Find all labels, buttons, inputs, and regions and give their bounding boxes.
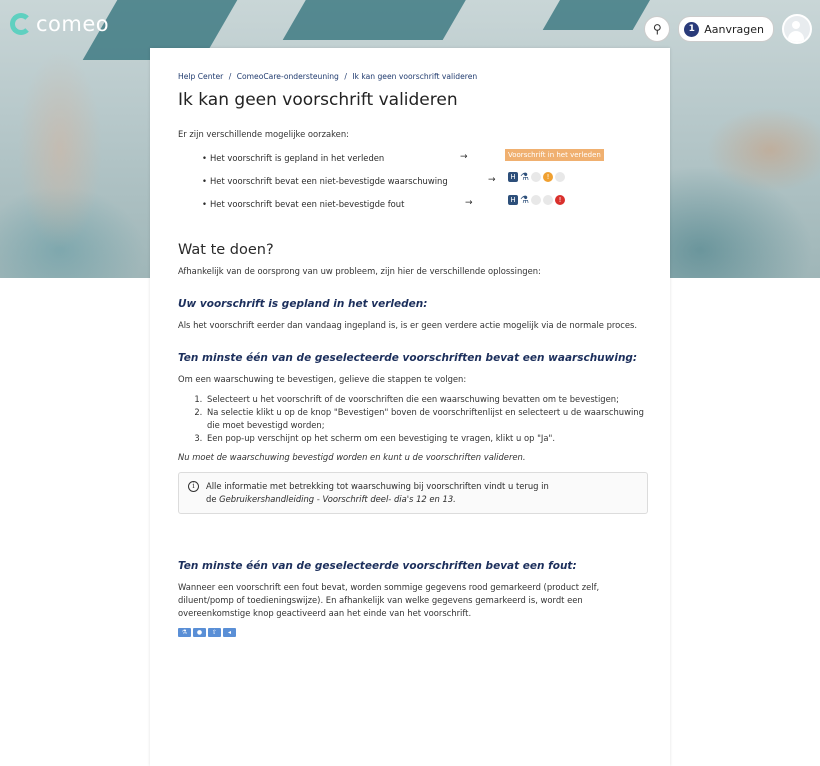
section-past-heading: Uw voorschrift is gepland in het verlede… [178,298,428,310]
warning-step: Selecteert u het voorschrift of de voors… [205,393,648,406]
empty-status-icon [531,172,541,182]
upload-icon: ⇧ [208,628,221,637]
warning-steps-list: Selecteert u het voorschrift of de voors… [178,393,648,445]
arrow-icon: → [465,198,473,208]
error-icon: ! [555,195,565,205]
flask-icon: ⚗ [178,628,191,637]
comeo-logo[interactable]: comeo [10,12,109,36]
requests-count-badge: 1 [684,21,700,37]
causes-list: • Het voorschrift is gepland in het verl… [178,149,648,218]
breadcrumb-comeocare[interactable]: ComeoCare-ondersteuning [237,72,339,81]
warning-status-icons: H ⚗ ! [508,171,565,183]
error-status-icons: H ⚗ ! [508,194,565,206]
breadcrumb-separator: / [344,72,347,81]
topbar-actions: ⚲ 1 Aanvragen [644,14,812,44]
info-prefix: de [206,494,220,504]
search-icon: ⚲ [652,22,662,36]
flask-icon: ⚗ [520,171,529,183]
hospital-icon: H [508,195,518,205]
warning-icon: ! [543,172,553,182]
banner-decoration [282,0,478,40]
manual-link[interactable]: Gebruikershandleiding - Voorschrift deel… [219,494,456,504]
intro-text: Er zijn verschillende mogelijke oorzaken… [178,129,349,139]
warning-note: Nu moet de waarschuwing bevestigd worden… [178,452,526,462]
warning-step: Een pop-up verschijnt op het scherm om e… [205,432,648,445]
flask-icon: ⚗ [520,194,529,206]
cause-item: • Het voorschrift is gepland in het verl… [178,149,648,172]
error-action-icons: ⚗ ● ⇧ ◂ [178,628,648,637]
info-box: i Alle informatie met betrekking tot waa… [178,472,648,514]
cause-text: Het voorschrift bevat een niet-bevestigd… [210,199,405,209]
breadcrumb-separator: / [228,72,232,81]
empty-status-icon [543,195,553,205]
drop-icon: ● [193,628,206,637]
article-card: Help Center / ComeoCare-ondersteuning / … [150,48,670,766]
breadcrumb-current[interactable]: Ik kan geen voorschrift valideren [352,72,477,81]
empty-status-icon [555,172,565,182]
user-avatar[interactable] [782,14,812,44]
past-prescription-tag: Voorschrift in het verleden [505,149,604,161]
section-warning-intro: Om een waarschuwing te bevestigen, gelie… [178,374,467,384]
todo-intro: Afhankelijk van de oorsprong van uw prob… [178,266,541,276]
section-warning-heading: Ten minste één van de geselecteerde voor… [178,352,638,364]
hospital-icon: H [508,172,518,182]
logo-mark-icon [10,13,32,35]
warning-step: Na selectie klikt u op de knop "Bevestig… [205,406,648,432]
breadcrumb-help-center[interactable]: Help Center [178,72,223,81]
arrow-icon: → [460,152,468,162]
todo-heading: Wat te doen? [178,242,274,258]
cause-text: Het voorschrift is gepland in het verled… [210,153,385,163]
sound-icon: ◂ [223,628,236,637]
section-past-body: Als het voorschrift eerder dan vandaag i… [178,320,638,330]
cause-item: • Het voorschrift bevat een niet-bevesti… [178,172,648,195]
requests-button[interactable]: 1 Aanvragen [678,16,774,42]
breadcrumb: Help Center / ComeoCare-ondersteuning / … [178,72,648,81]
info-line-1: Alle informatie met betrekking tot waars… [206,481,549,491]
section-error-heading: Ten minste één van de geselecteerde voor… [178,560,577,572]
cause-text: Het voorschrift bevat een niet-bevestigd… [210,176,448,186]
cause-item: • Het voorschrift bevat een niet-bevesti… [178,195,648,218]
arrow-icon: → [488,175,496,185]
logo-text: comeo [36,12,110,36]
search-button[interactable]: ⚲ [644,16,671,42]
page-title: Ik kan geen voorschrift valideren [178,90,458,110]
requests-label: Aanvragen [704,22,764,36]
empty-status-icon [531,195,541,205]
section-error-body: Wanneer een voorschrift een fout bevat, … [178,582,600,618]
info-line-2: de Gebruikershandleiding - Voorschrift d… [206,493,637,506]
info-icon: i [188,481,199,492]
